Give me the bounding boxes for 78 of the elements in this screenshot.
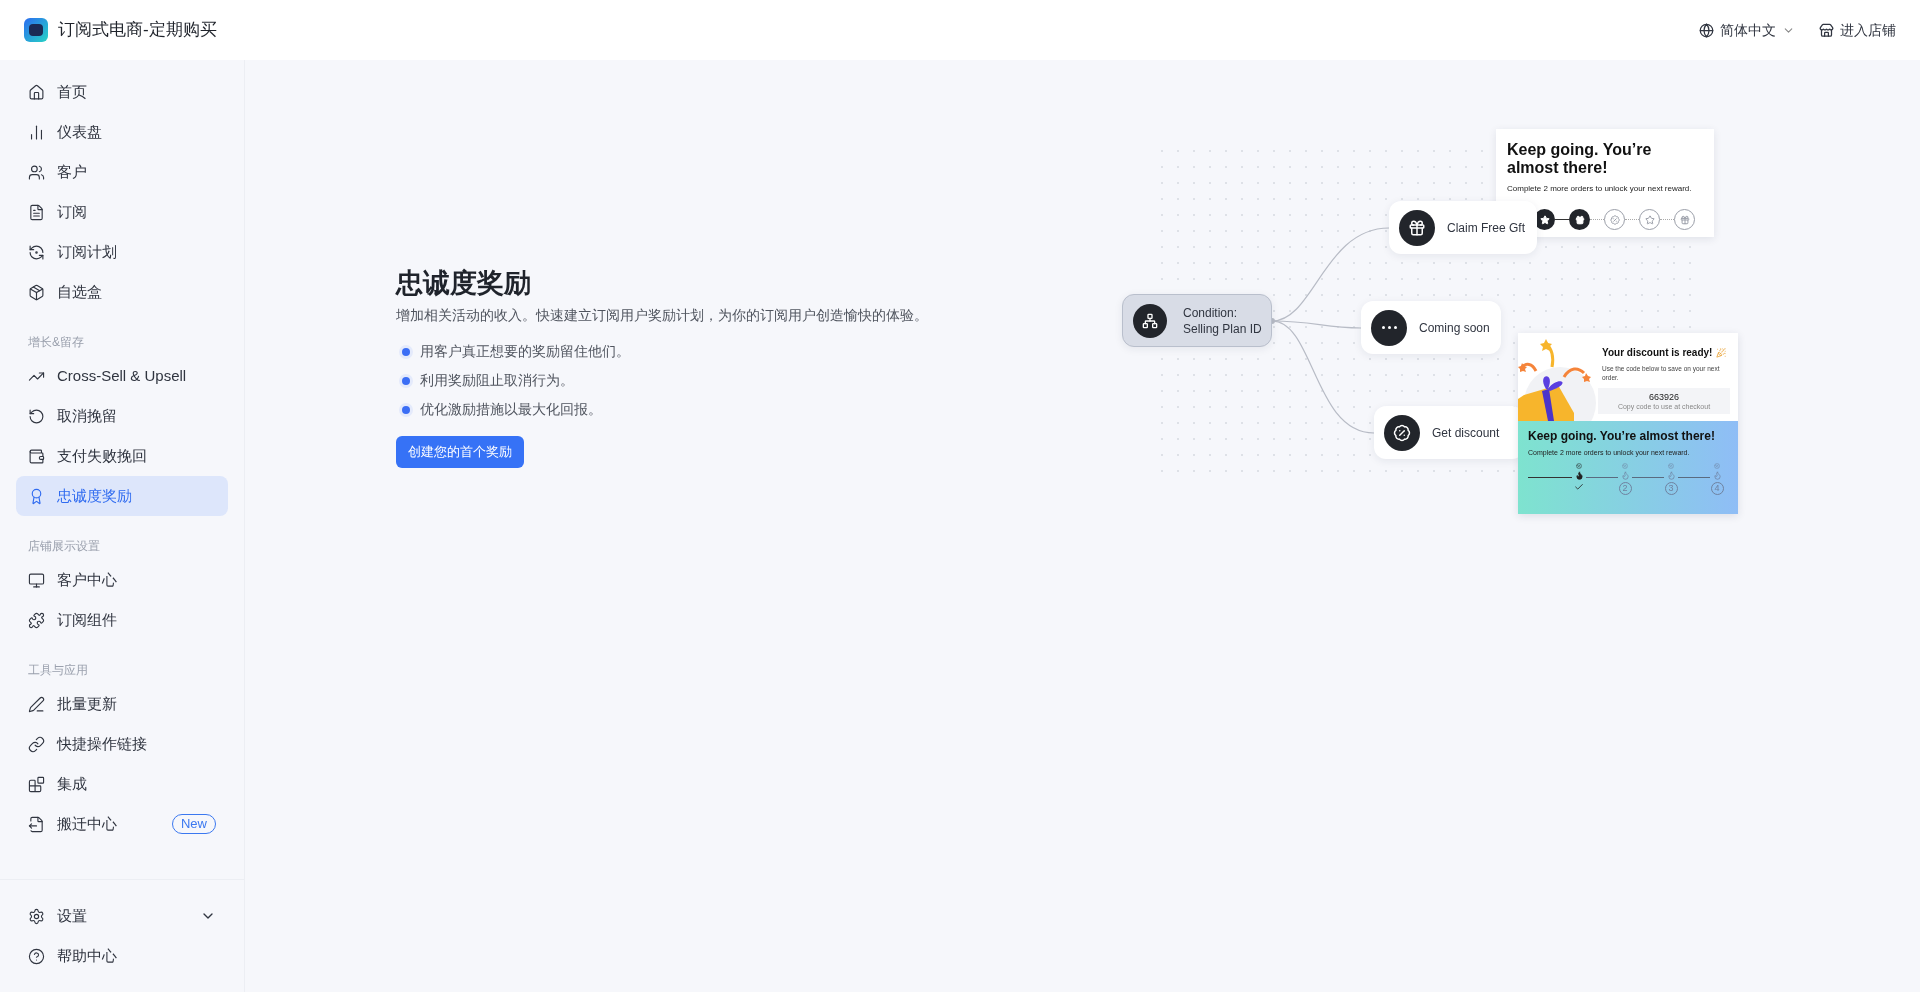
users-icon (28, 163, 45, 181)
sidebar-item[interactable]: Cross-Sell & Upsell (16, 356, 228, 396)
sidebar-item[interactable]: 集成 (16, 764, 228, 804)
step-connector (1555, 219, 1569, 220)
language-selector[interactable]: 简体中文 (1699, 19, 1795, 41)
gift-icon (1408, 218, 1426, 237)
sidebar-item[interactable]: 客户 (16, 152, 228, 192)
sidebar-item[interactable]: 取消挽留 (16, 396, 228, 436)
store-link[interactable]: 进入店铺 (1819, 19, 1896, 41)
sidebar-item[interactable]: 自选盒 (16, 272, 228, 312)
gift-icon (1574, 214, 1585, 225)
app-title: 订阅式电商-定期购买 (58, 19, 217, 42)
discount-icon (1576, 462, 1582, 469)
discount-code: 663926 (1648, 391, 1679, 403)
package-icon (28, 283, 45, 301)
node-label: Get discount (1432, 424, 1500, 442)
sidebar-item[interactable]: 帮助中心 (16, 936, 228, 976)
monitor-icon (28, 571, 45, 589)
gift-icon (1679, 214, 1690, 225)
sidebar-item[interactable]: 快捷操作链接 (16, 724, 228, 764)
bullet-text: 用客户真正想要的奖励留住他们。 (420, 342, 630, 361)
sidebar-item[interactable]: 订阅 (16, 192, 228, 232)
node-label: Condition: (1183, 304, 1239, 321)
bullet-text: 优化激励措施以最大化回报。 (420, 400, 602, 419)
page-description: 增加相关活动的收入。快速建立订阅用户奖励计划，为你的订阅用户创造愉快的体验。 (396, 306, 929, 325)
banner-title: Keep going. You’re almost there! (1528, 429, 1716, 444)
app-logo (24, 18, 48, 42)
node-label: Selling Plan ID (1183, 320, 1262, 337)
sidebar-item[interactable]: 首页 (16, 72, 228, 112)
step-connector (1660, 219, 1674, 220)
star-icon (1539, 214, 1550, 225)
card-text: Complete 2 more orders to unlock your next reward. (1507, 183, 1693, 194)
document-icon (28, 203, 45, 221)
sidebar-item[interactable]: 订阅组件 (16, 600, 228, 640)
pen-icon (28, 695, 45, 713)
section-heading: 店铺展示设置 (27, 538, 101, 555)
node-label: Claim Free Gft (1447, 219, 1525, 237)
sidebar-item[interactable]: 支付失败挽回 (16, 436, 228, 476)
settings-icon (28, 907, 45, 925)
create-reward-button[interactable]: 创建您的首个奖励 (396, 436, 524, 468)
bullet-text: 利用奖励阻止取消行为。 (420, 371, 574, 390)
sidebar-item[interactable]: 搬迁中心 New (16, 804, 228, 844)
step-connector (1590, 219, 1604, 220)
link-icon (28, 735, 45, 753)
step-connector (1625, 219, 1639, 220)
globe-icon (1699, 22, 1714, 38)
help-icon (28, 947, 45, 965)
discount-icon (1668, 462, 1674, 469)
discount-icon (1393, 423, 1411, 442)
wallet-icon (28, 447, 45, 465)
puzzle-icon (28, 611, 45, 629)
sidebar-item[interactable]: 设置 (16, 896, 228, 936)
ellipsis-icon (1381, 326, 1397, 329)
hierarchy-icon (1142, 312, 1158, 329)
blocks-icon (28, 775, 45, 793)
file-export-icon (28, 815, 45, 833)
card-title: Your discount is ready! (1602, 346, 1713, 360)
bar-chart-icon (28, 123, 45, 141)
discount-icon (1609, 214, 1620, 225)
section-heading: 增长&留存 (27, 334, 85, 351)
party-icon (1716, 347, 1727, 358)
card-title: Keep going. You’re almost there! (1507, 141, 1653, 177)
discount-icon (1622, 462, 1628, 469)
house-icon (28, 83, 45, 101)
sidebar-item[interactable]: 订阅计划 (16, 232, 228, 272)
sidebar-item[interactable]: 客户中心 (16, 560, 228, 600)
sidebar-item[interactable]: 忠诚度奖励 (16, 476, 228, 516)
refresh-icon (28, 243, 45, 261)
discount-icon (1714, 462, 1720, 469)
page-title: 忠诚度奖励 (396, 267, 532, 300)
sidebar-item[interactable]: 仪表盘 (16, 112, 228, 152)
sidebar-item[interactable]: 批量更新 (16, 684, 228, 724)
node-label: Coming soon (1419, 319, 1490, 337)
check-icon (1574, 481, 1584, 492)
section-heading: 工具与应用 (27, 662, 89, 679)
undo-icon (28, 407, 45, 425)
store-icon (1819, 22, 1834, 38)
star-icon (1644, 214, 1655, 225)
